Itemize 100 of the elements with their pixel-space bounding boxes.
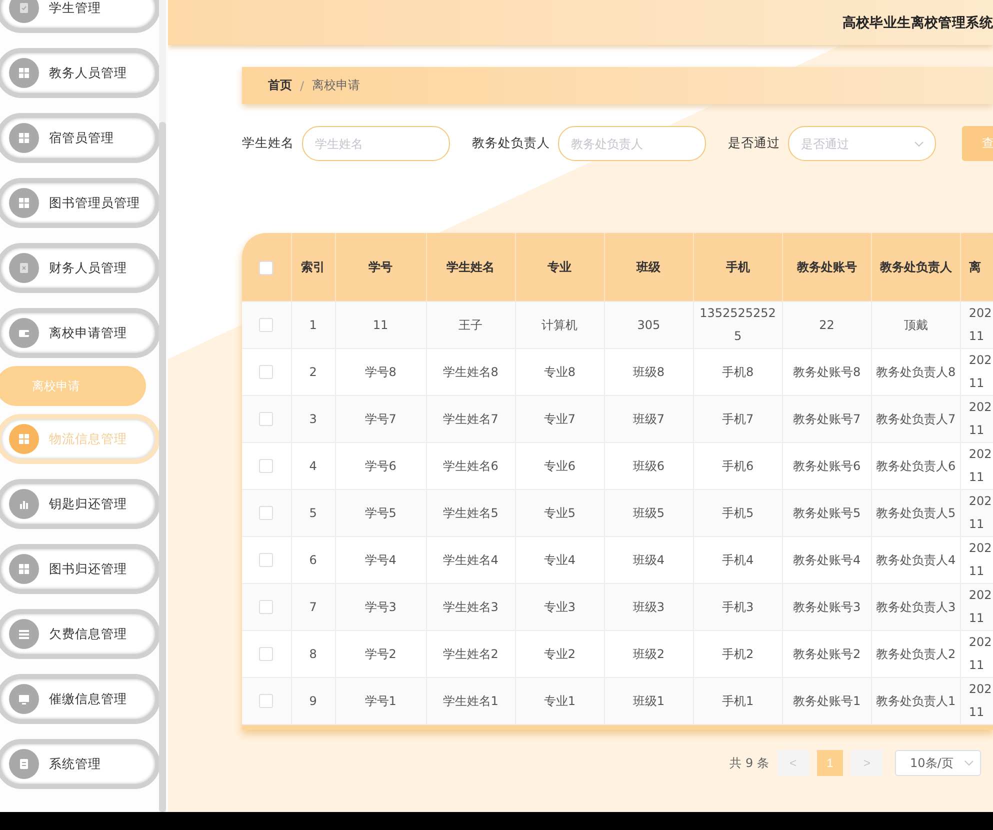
table-cell: 202 11 [960,490,993,536]
grid-icon [9,123,39,153]
table-cell: 手机5 [693,490,782,536]
menu-item[interactable]: 图书管理员管理 [0,178,160,228]
checkbox[interactable] [259,647,274,662]
table-cell: 手机3 [693,584,782,630]
menu-item[interactable]: 教务人员管理 [0,48,160,98]
table-cell: 202 11 [960,348,993,396]
table-cell: 学号5 [335,490,426,536]
table-cell: 1 [291,302,336,348]
table-cell: 专业8 [515,348,604,396]
menu-item[interactable]: 学生管理 [0,0,160,33]
table-cell: 班级7 [604,396,694,442]
table-cell: 学生姓名5 [426,490,516,536]
table-cell: 计算机 [515,302,604,348]
checkbox[interactable] [259,694,274,708]
table-cell: 学生姓名3 [426,584,516,630]
grid-icon [9,424,39,454]
table-cell: 教务处负责人4 [871,536,960,584]
table-cell: 手机6 [693,442,782,490]
table-cell: 教务处账号4 [782,536,872,584]
menu-item[interactable]: 钥匙归还管理 [0,479,160,529]
menu-item[interactable]: 系统管理 [0,739,160,789]
table-cell: 学生姓名6 [426,442,516,490]
checkbox[interactable] [259,600,274,614]
table-cell: 学生姓名4 [426,536,516,584]
table-cell: 202 11 [960,678,993,724]
table-cell: 班级2 [604,630,694,678]
column-header: 学生姓名 [426,233,516,302]
table-cell: 9 [291,678,336,724]
menu-item[interactable]: 欠费信息管理 [0,609,160,659]
table-cell: 6 [291,536,336,584]
table-cell: 专业7 [515,396,604,442]
table-cell: 11 [335,302,426,348]
table-cell: 教务处账号8 [782,348,872,396]
table-cell: 教务处负责人1 [871,678,960,724]
table-cell: 手机1 [693,678,782,724]
field-label: 学生姓名 [242,135,294,152]
table-cell: 5 [291,490,336,536]
document-icon [9,749,39,779]
monitor-icon [9,684,39,714]
select-field[interactable]: 是否通过 [788,126,936,161]
table-cell: 手机4 [693,536,782,584]
table-cell: 202 11 [960,302,993,348]
menu-item[interactable]: 图书归还管理 [0,544,160,594]
chevron-down-icon [914,141,924,147]
menu-item[interactable]: 催缴信息管理 [0,674,160,724]
table-cell: 学号2 [335,630,426,678]
checkbox[interactable] [259,506,274,520]
clipboard-icon [9,253,39,283]
table-cell: 教务处账号1 [782,678,872,724]
table-cell: 教务处负责人5 [871,490,960,536]
table-cell: 学生姓名2 [426,630,516,678]
table-cell: 学号1 [335,678,426,724]
checkbox[interactable] [259,412,274,426]
table-cell: 专业2 [515,630,604,678]
column-header: 班级 [604,233,694,302]
column-header: 索引 [291,233,336,302]
checkbox[interactable] [259,260,274,275]
table-cell: 202 11 [960,536,993,584]
table-cell: 教务处负责人6 [871,442,960,490]
table-cell: 202 11 [960,584,993,630]
breadcrumb-item: 离校申请 [312,77,360,94]
bar-chart-icon [9,489,39,519]
table-cell: 学生姓名8 [426,348,516,396]
checkbox[interactable] [259,459,274,474]
table-cell: 8 [291,630,336,678]
table-cell: 3 [291,396,336,442]
breadcrumb-item[interactable]: 首页 [268,77,292,94]
table-cell: 4 [291,442,336,490]
column-header: 手机 [693,233,782,302]
table-cell: 班级3 [604,584,694,630]
column-header: 专业 [515,233,604,302]
menu-item[interactable]: 离校申请管理 [0,308,160,358]
page-size-select[interactable]: 10条/页 [895,750,981,776]
table-cell: 305 [604,302,694,348]
table-cell: 专业5 [515,490,604,536]
search-field[interactable]: 学生姓名 [302,126,450,161]
grid-icon [9,58,39,88]
checkbox[interactable] [259,318,274,332]
table-cell: 教务处负责人8 [871,348,960,396]
table-cell: 202 11 [960,442,993,490]
checkbox[interactable] [259,553,274,568]
table-cell: 学号4 [335,536,426,584]
chevron-down-icon [964,760,974,766]
table-cell: 2 [291,348,336,396]
search-field[interactable]: 教务处负责人 [558,126,706,161]
table-cell: 班级8 [604,348,694,396]
menu-item[interactable]: 财务人员管理 [0,243,160,293]
checkbox[interactable] [259,365,274,380]
column-header: 教务处负责人 [871,233,960,302]
table-cell: 教务处负责人7 [871,396,960,442]
grid-icon [9,554,39,584]
table-cell: 教务处负责人3 [871,584,960,630]
table-cell: 13525252525 [693,302,782,348]
table-cell: 班级1 [604,678,694,724]
clipboard-icon [9,0,39,23]
table-cell: 学生姓名1 [426,678,516,724]
menu-item[interactable]: 宿管员管理 [0,113,160,163]
table-cell: 学号6 [335,442,426,490]
